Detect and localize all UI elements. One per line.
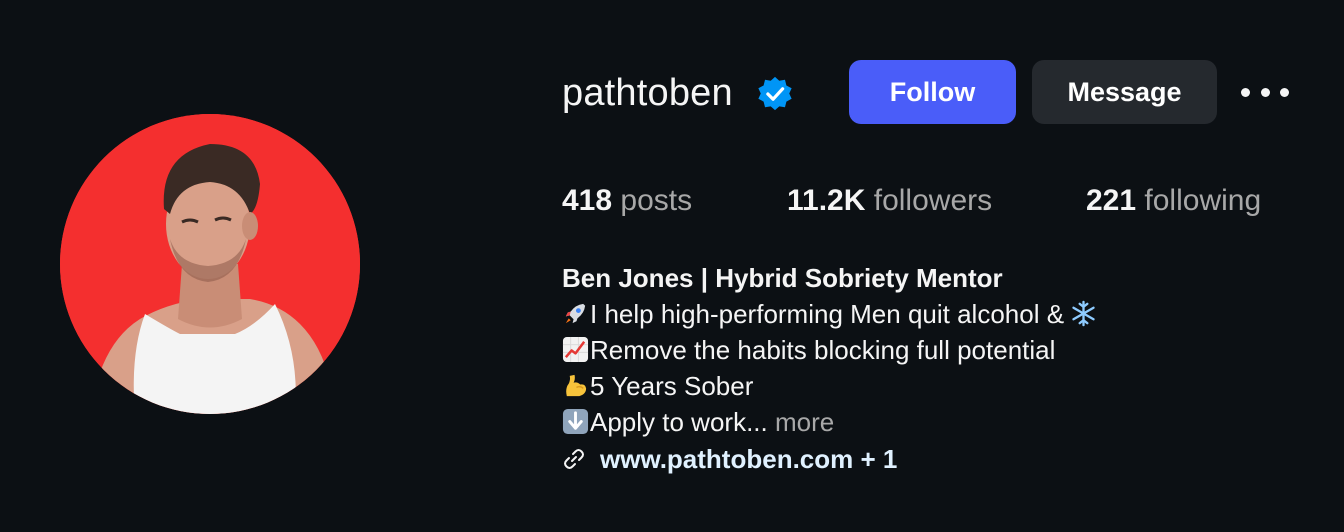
dot <box>1260 87 1270 97</box>
chart-increasing-icon <box>562 336 589 363</box>
bio-line: 5 Years Sober <box>562 368 1282 404</box>
message-button[interactable]: Message <box>1032 60 1217 124</box>
posts-stat: 418 posts <box>562 183 692 219</box>
profile-link[interactable]: www.pathtoben.com + 1 <box>562 441 897 477</box>
avatar-photo <box>60 114 360 414</box>
bio-line-text: I help high-performing Men quit alcohol … <box>590 299 1065 329</box>
bio-line-text: Remove the habits blocking full potentia… <box>590 335 1056 365</box>
snowflake-icon <box>1072 300 1095 327</box>
bio-line: Apply to work... more <box>562 404 1282 440</box>
link-icon <box>564 449 584 469</box>
follow-button[interactable]: Follow <box>849 60 1016 124</box>
followers-stat[interactable]: 11.2K followers <box>787 183 992 219</box>
posts-count: 418 <box>562 184 613 217</box>
profile-link-text[interactable]: www.pathtoben.com + 1 <box>600 444 897 475</box>
following-stat[interactable]: 221 following <box>1086 183 1261 219</box>
flexed-biceps-icon <box>566 374 587 397</box>
posts-label: posts <box>620 184 693 217</box>
profile-bio: Ben Jones | Hybrid Sobriety Mentor I hel… <box>562 260 1282 440</box>
bio-name: Ben Jones | Hybrid Sobriety Mentor <box>562 263 1003 293</box>
bio-line: Remove the habits blocking full potentia… <box>562 332 1282 368</box>
bio-line-text: 5 Years Sober <box>590 371 754 401</box>
down-arrow-icon <box>562 408 589 435</box>
dot <box>1241 87 1250 97</box>
profile-avatar[interactable] <box>60 114 360 414</box>
rocket-icon <box>565 303 586 324</box>
bio-line: I help high-performing Men quit alcohol … <box>562 296 1282 332</box>
bio-line-text: Apply to work... <box>590 407 768 437</box>
followers-count: 11.2K <box>787 184 866 217</box>
dot <box>1280 87 1289 97</box>
profile-username: pathtoben <box>562 72 733 114</box>
more-options-icon[interactable] <box>1241 80 1289 104</box>
verified-badge-icon <box>758 76 792 111</box>
following-label: following <box>1144 184 1262 217</box>
followers-label: followers <box>873 184 993 217</box>
bio-more-link[interactable]: more <box>775 407 834 437</box>
following-count: 221 <box>1086 184 1137 217</box>
